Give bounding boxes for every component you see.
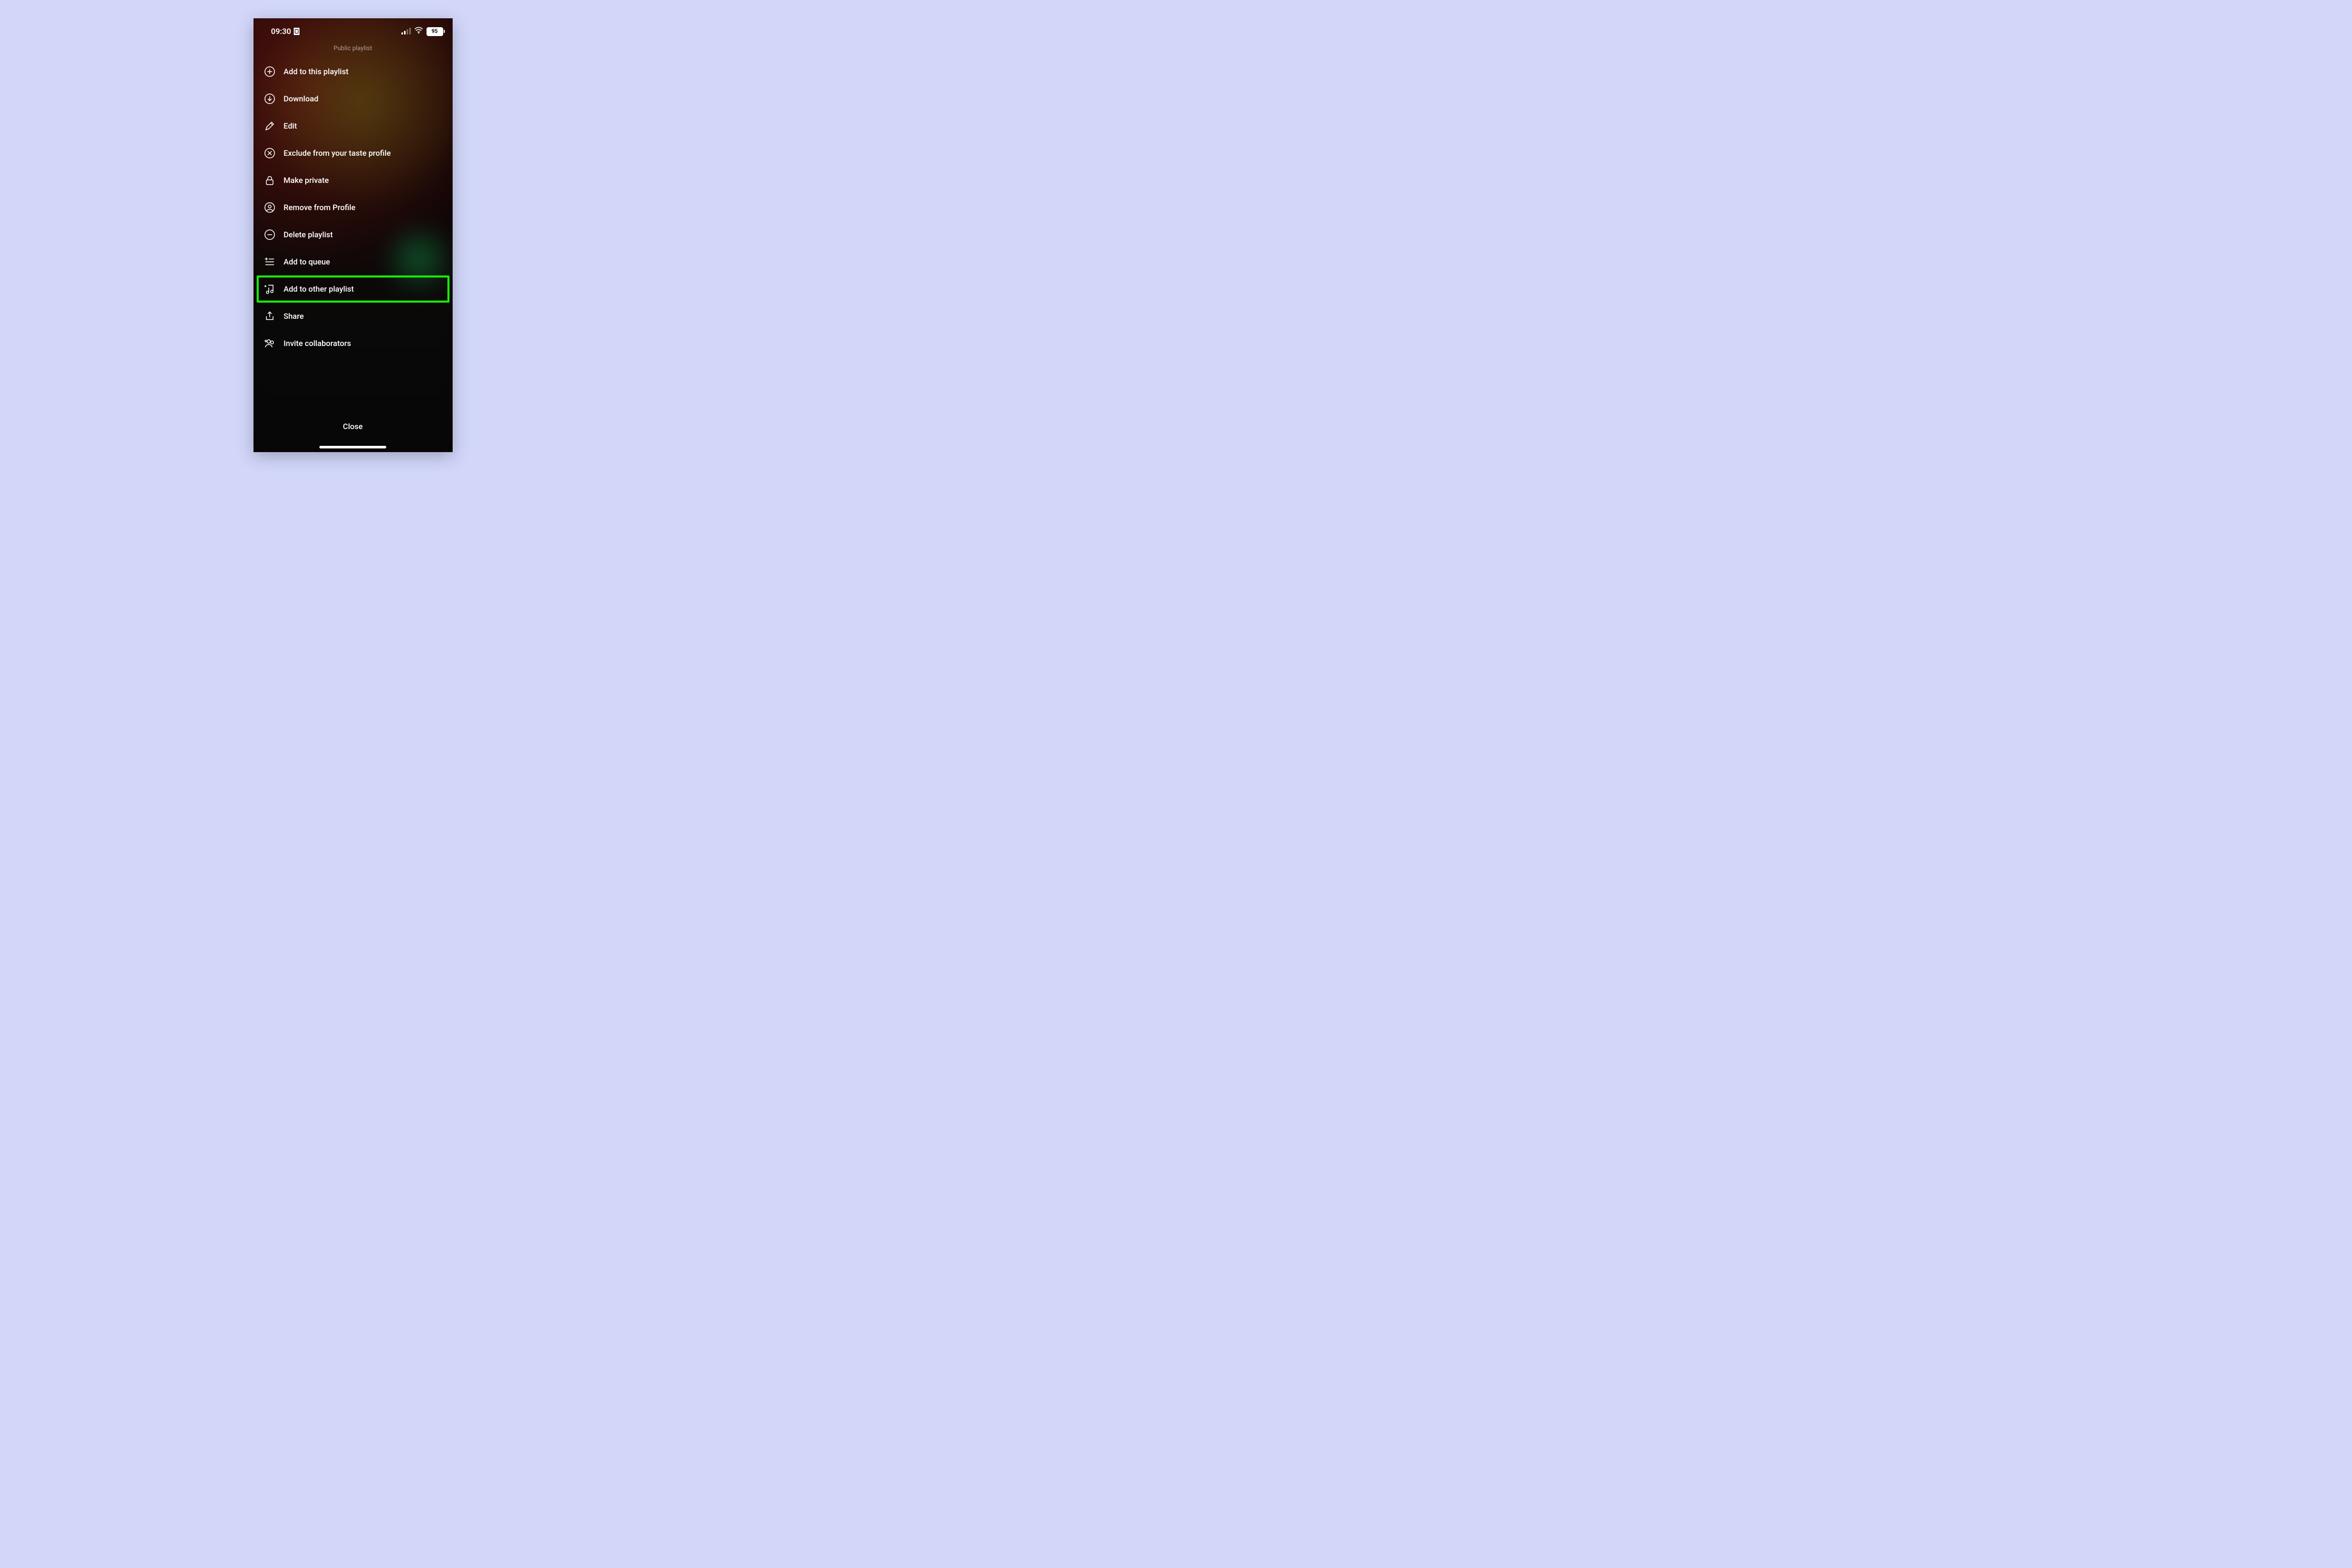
menu-share[interactable]: Share: [253, 303, 453, 330]
menu-label: Download: [284, 94, 319, 103]
close-label: Close: [343, 422, 363, 431]
status-bar: 09:30 95: [253, 18, 453, 39]
profile-icon: [264, 202, 275, 213]
x-circle-icon: [264, 147, 275, 159]
menu-add-to-other-playlist[interactable]: Add to other playlist: [257, 275, 449, 303]
close-button[interactable]: Close: [253, 422, 453, 431]
status-time: 09:30: [271, 27, 291, 36]
plus-circle-icon: [264, 66, 275, 77]
battery-level: 95: [432, 29, 437, 34]
share-icon: [264, 310, 275, 322]
sheet-header: Public playlist: [253, 39, 453, 56]
content-layer: 09:30 95 Public playlist Add to: [253, 18, 453, 452]
invite-icon: [264, 338, 275, 349]
menu-remove-from-profile[interactable]: Remove from Profile: [253, 194, 453, 221]
menu-label: Add to queue: [284, 257, 330, 267]
menu-make-private[interactable]: Make private: [253, 167, 453, 194]
menu-download[interactable]: Download: [253, 85, 453, 112]
battery-icon: 95: [426, 27, 443, 36]
menu-exclude-taste-profile[interactable]: Exclude from your taste profile: [253, 140, 453, 167]
sim-card-icon: [294, 28, 299, 35]
pencil-icon: [264, 120, 275, 132]
status-right: 95: [401, 27, 443, 36]
menu-label: Add to this playlist: [284, 67, 349, 76]
context-menu: Add to this playlist Download Edit Exclu…: [253, 56, 453, 357]
menu-label: Invite collaborators: [284, 339, 351, 348]
menu-invite-collaborators[interactable]: Invite collaborators: [253, 330, 453, 357]
home-indicator[interactable]: [319, 446, 386, 448]
menu-label: Share: [284, 312, 304, 321]
menu-label: Add to other playlist: [284, 284, 354, 294]
minus-circle-icon: [264, 229, 275, 240]
menu-label: Remove from Profile: [284, 203, 356, 212]
menu-label: Edit: [284, 121, 297, 131]
wifi-icon: [414, 27, 423, 36]
menu-label: Delete playlist: [284, 230, 333, 239]
menu-delete-playlist[interactable]: Delete playlist: [253, 221, 453, 248]
signal-secondary-icon: [401, 28, 411, 34]
download-icon: [264, 93, 275, 105]
header-subtitle: Public playlist: [333, 44, 372, 52]
menu-add-to-this-playlist[interactable]: Add to this playlist: [253, 58, 453, 85]
phone-frame: 09:30 95 Public playlist Add to: [253, 18, 453, 452]
menu-label: Exclude from your taste profile: [284, 148, 391, 158]
add-playlist-icon: [264, 283, 275, 295]
status-left: 09:30: [271, 27, 299, 36]
menu-edit[interactable]: Edit: [253, 112, 453, 140]
menu-add-to-queue[interactable]: Add to queue: [253, 248, 453, 275]
lock-icon: [264, 175, 275, 186]
menu-label: Make private: [284, 176, 329, 185]
queue-icon: [264, 256, 275, 268]
